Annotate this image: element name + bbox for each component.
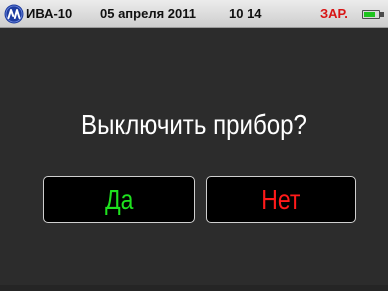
no-button-label: Нет <box>261 183 301 215</box>
logo-badge-icon <box>4 4 24 24</box>
device-screen: ИВА-10 05 апреля 2011 10 14 ЗАР. Выключи… <box>0 0 388 291</box>
bottom-strip <box>0 285 388 291</box>
battery-tip <box>380 12 384 17</box>
battery-level-fill <box>364 12 375 17</box>
status-bar: ИВА-10 05 апреля 2011 10 14 ЗАР. <box>0 0 388 28</box>
status-time: 10 14 <box>229 6 262 21</box>
shutdown-question: Выключить прибор? <box>81 109 307 140</box>
battery-icon <box>362 10 380 19</box>
no-button[interactable]: Нет <box>206 176 356 223</box>
status-date: 05 апреля 2011 <box>100 6 196 21</box>
charging-label: ЗАР. <box>320 6 348 21</box>
yes-button-label: Да <box>104 183 134 215</box>
yes-button[interactable]: Да <box>43 176 195 223</box>
device-name: ИВА-10 <box>26 6 73 21</box>
